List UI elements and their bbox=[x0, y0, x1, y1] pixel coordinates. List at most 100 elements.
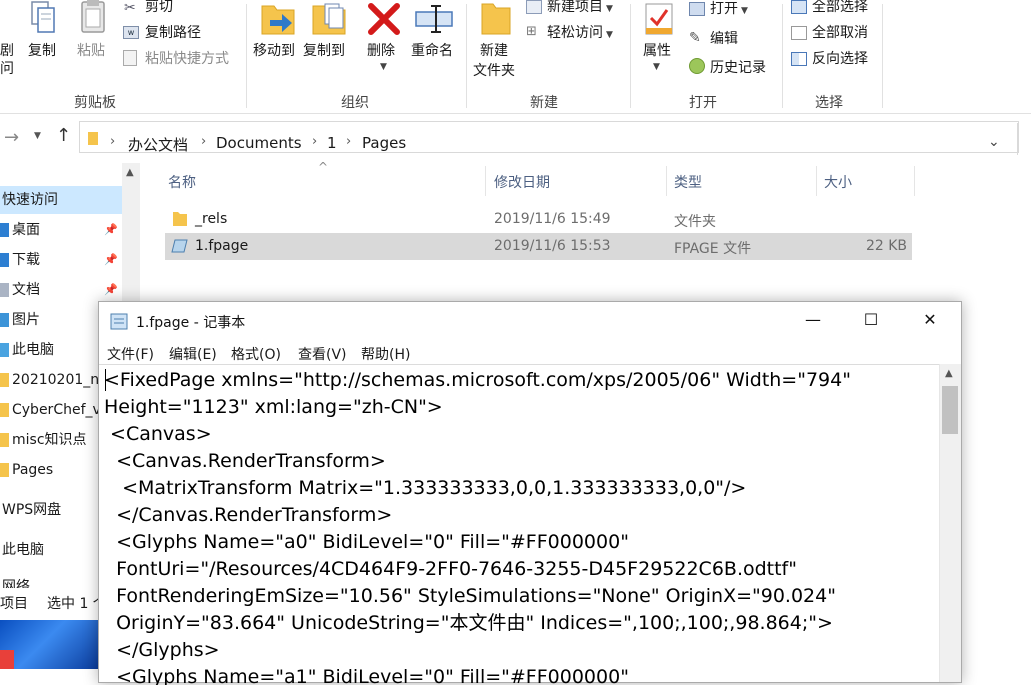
column-divider[interactable] bbox=[666, 166, 667, 196]
copy-path-button[interactable]: 复制路径 bbox=[145, 24, 201, 42]
new-folder-icon[interactable] bbox=[480, 0, 512, 38]
column-header-name[interactable]: 名称 bbox=[168, 172, 196, 192]
close-button[interactable]: ✕ bbox=[910, 310, 950, 332]
easy-access-button[interactable]: 轻松访问 ▼ bbox=[547, 24, 613, 44]
move-to-icon[interactable] bbox=[260, 0, 296, 38]
nav-item-label: CyberChef_v bbox=[12, 402, 101, 418]
column-header-size[interactable]: 大小 bbox=[824, 172, 852, 192]
address-bar-row: → ▼ ↑ › 办公文档 › Documents › 1 › Pages ⌄ bbox=[0, 117, 1031, 159]
file-row[interactable]: _rels 2019/11/6 15:49 文件夹 bbox=[165, 206, 912, 233]
menu-edit[interactable]: 编辑(E) bbox=[169, 344, 217, 364]
history-icon[interactable] bbox=[689, 58, 705, 74]
notepad-app-icon bbox=[110, 312, 128, 330]
column-divider[interactable] bbox=[914, 166, 915, 196]
document-icon bbox=[0, 283, 9, 297]
breadcrumb-chevron-icon[interactable]: › bbox=[110, 134, 115, 149]
wps-app-icon[interactable] bbox=[0, 650, 14, 669]
new-folder-button[interactable]: 新建 bbox=[480, 42, 508, 60]
quick-access-label-partial[interactable]: 问 bbox=[0, 60, 14, 78]
nav-item-label: 文档 bbox=[12, 282, 40, 298]
copy-path-icon[interactable]: w bbox=[123, 26, 139, 39]
scroll-up-arrow-icon[interactable]: ▲ bbox=[126, 167, 134, 178]
nav-item-pictures[interactable]: 图片 bbox=[0, 306, 40, 334]
copy-button[interactable]: 复制 bbox=[28, 42, 56, 60]
select-all-button[interactable]: 全部选择 bbox=[812, 0, 868, 16]
delete-icon[interactable] bbox=[367, 2, 401, 36]
nav-item-this-pc[interactable]: 此电脑 bbox=[0, 336, 54, 364]
back-arrow-icon[interactable]: → bbox=[4, 127, 19, 148]
scrollbar-thumb[interactable] bbox=[942, 386, 958, 434]
breadcrumb-item[interactable]: 办公文档 bbox=[128, 134, 188, 155]
chevron-down-icon[interactable]: ▼ bbox=[653, 62, 660, 72]
cut-button[interactable]: 剪切 bbox=[145, 0, 173, 16]
select-all-icon[interactable] bbox=[791, 0, 807, 14]
text-line: <Canvas.RenderTransform> bbox=[104, 450, 386, 472]
address-box[interactable]: › 办公文档 › Documents › 1 › Pages ⌄ bbox=[79, 121, 1019, 155]
select-none-icon[interactable] bbox=[791, 26, 807, 40]
notepad-vertical-scrollbar[interactable]: ▲ bbox=[939, 364, 961, 682]
menu-format[interactable]: 格式(O) bbox=[231, 344, 281, 364]
nav-item-downloads[interactable]: 下载 bbox=[0, 246, 40, 274]
breadcrumb-chevron-icon[interactable]: › bbox=[346, 134, 351, 149]
paste-button[interactable]: 粘贴 bbox=[77, 42, 105, 60]
breadcrumb-item[interactable]: Pages bbox=[362, 134, 406, 152]
invert-selection-button[interactable]: 反向选择 bbox=[812, 50, 868, 68]
properties-icon[interactable] bbox=[644, 2, 674, 36]
select-none-button[interactable]: 全部取消 bbox=[812, 24, 868, 42]
maximize-button[interactable]: ☐ bbox=[851, 310, 891, 332]
copy-to-icon[interactable] bbox=[311, 0, 347, 38]
new-item-icon[interactable] bbox=[526, 0, 542, 14]
nav-item-wps-drive[interactable]: WPS网盘 bbox=[2, 496, 61, 524]
paste-shortcut-icon[interactable] bbox=[123, 50, 137, 66]
open-icon[interactable] bbox=[689, 2, 705, 16]
easy-access-icon[interactable]: ⊞ bbox=[526, 24, 542, 40]
file-row-selected[interactable]: 1.fpage 2019/11/6 15:53 FPAGE 文件 22 KB bbox=[165, 233, 912, 260]
rename-icon[interactable] bbox=[414, 4, 454, 34]
edit-icon[interactable]: ✎ bbox=[689, 30, 701, 46]
copy-to-button[interactable]: 复制到 bbox=[303, 42, 345, 60]
chevron-down-icon[interactable]: ▼ bbox=[380, 62, 387, 72]
new-item-button[interactable]: 新建项目 ▼ bbox=[547, 0, 613, 18]
paste-shortcut-button[interactable]: 粘贴快捷方式 bbox=[145, 50, 229, 68]
notepad-text-area[interactable]: <FixedPage xmlns="http://schemas.microso… bbox=[99, 364, 939, 685]
pin-icon[interactable]: 📌 bbox=[104, 223, 118, 236]
notepad-titlebar[interactable]: 1.fpage - 记事本 — ☐ ✕ bbox=[99, 302, 961, 340]
nav-item-network[interactable]: 网络 bbox=[2, 576, 30, 588]
chevron-down-icon[interactable]: ▼ bbox=[34, 131, 41, 141]
edit-button[interactable]: 编辑 bbox=[710, 30, 738, 48]
nav-item-documents[interactable]: 文档 bbox=[0, 276, 40, 304]
scissors-icon[interactable]: ✂ bbox=[124, 0, 140, 16]
open-button[interactable]: 打开 ▼ bbox=[710, 0, 748, 20]
column-divider[interactable] bbox=[816, 166, 817, 196]
menu-file[interactable]: 文件(F) bbox=[107, 344, 154, 364]
invert-selection-icon[interactable] bbox=[791, 52, 807, 66]
menu-help[interactable]: 帮助(H) bbox=[361, 344, 410, 364]
address-dropdown-icon[interactable]: ⌄ bbox=[988, 134, 1000, 150]
nav-item-this-pc-2[interactable]: 此电脑 bbox=[2, 536, 44, 564]
breadcrumb-item[interactable]: Documents bbox=[216, 134, 302, 152]
rename-button[interactable]: 重命名 bbox=[411, 42, 453, 60]
pin-icon[interactable]: 📌 bbox=[104, 283, 118, 296]
nav-item-label: 此电脑 bbox=[12, 342, 54, 358]
breadcrumb-chevron-icon[interactable]: › bbox=[312, 134, 317, 149]
pin-to-quick-access-label[interactable]: 剧 bbox=[0, 42, 14, 60]
minimize-button[interactable]: — bbox=[793, 310, 833, 332]
breadcrumb-item[interactable]: 1 bbox=[327, 134, 337, 152]
history-button[interactable]: 历史记录 bbox=[710, 59, 766, 77]
breadcrumb-chevron-icon[interactable]: › bbox=[201, 134, 206, 149]
up-arrow-icon[interactable]: ↑ bbox=[56, 125, 71, 146]
column-header-date[interactable]: 修改日期 bbox=[494, 172, 550, 192]
nav-item-quick-access[interactable]: 快速访问 bbox=[0, 186, 122, 214]
delete-button[interactable]: 删除 bbox=[367, 42, 395, 60]
paste-icon[interactable] bbox=[79, 0, 109, 36]
column-header-type[interactable]: 类型 bbox=[674, 172, 702, 192]
move-to-button[interactable]: 移动到 bbox=[253, 42, 295, 60]
search-box[interactable] bbox=[1017, 123, 1031, 155]
column-divider[interactable] bbox=[485, 166, 486, 196]
nav-item-desktop[interactable]: 桌面 bbox=[0, 216, 40, 244]
pin-icon[interactable]: 📌 bbox=[104, 253, 118, 266]
properties-button[interactable]: 属性 bbox=[643, 42, 671, 60]
scroll-up-arrow-icon[interactable]: ▲ bbox=[945, 368, 953, 379]
copy-icon[interactable] bbox=[28, 0, 58, 36]
menu-view[interactable]: 查看(V) bbox=[298, 344, 347, 364]
